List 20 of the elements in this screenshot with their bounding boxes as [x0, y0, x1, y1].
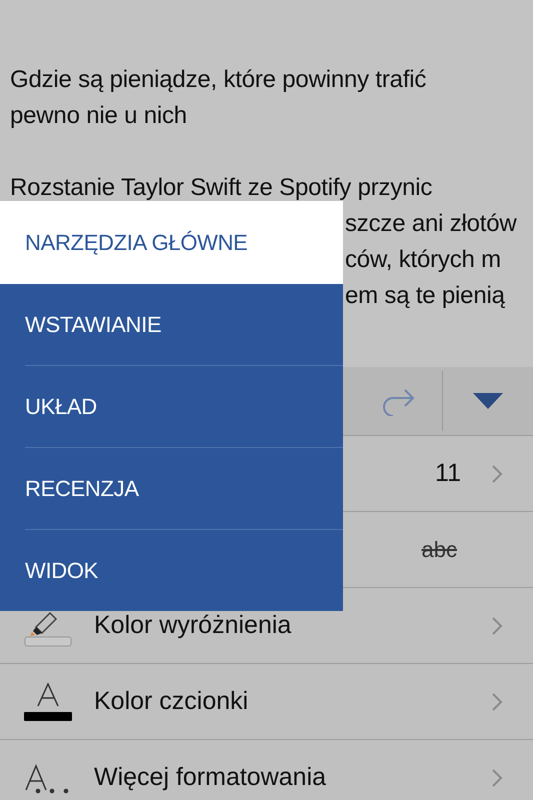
format-option-row[interactable]: Więcej formatowania	[0, 740, 533, 800]
chevron-right-icon	[491, 616, 503, 636]
triangle-down-icon	[472, 392, 504, 410]
font-size-value: 11	[435, 459, 461, 488]
format-option-row[interactable]: Kolor czcionki	[0, 664, 533, 740]
document-text: Gdzie są pieniądze, które powinny trafić	[10, 65, 426, 95]
option-label: Więcej formatowania	[94, 763, 328, 792]
document-text: pewno nie u nich	[10, 101, 187, 131]
ribbon-tab[interactable]: NARZĘDZIA GŁÓWNE	[0, 201, 343, 284]
document-text: szcze ani złotów	[345, 209, 517, 239]
option-label: Kolor wyróżnienia	[94, 611, 292, 640]
chevron-right-icon	[491, 464, 503, 484]
document-text: ców, których m	[345, 245, 501, 275]
chevron-right-icon	[491, 692, 503, 712]
font-color-icon	[24, 682, 72, 722]
document-text: Rozstanie Taylor Swift ze Spotify przynic	[10, 173, 432, 203]
option-label: Kolor czcionki	[94, 687, 250, 716]
strikethrough-preview: abc	[422, 536, 457, 562]
chevron-right-icon	[491, 768, 503, 788]
document-text: em są te pienią	[345, 281, 505, 311]
